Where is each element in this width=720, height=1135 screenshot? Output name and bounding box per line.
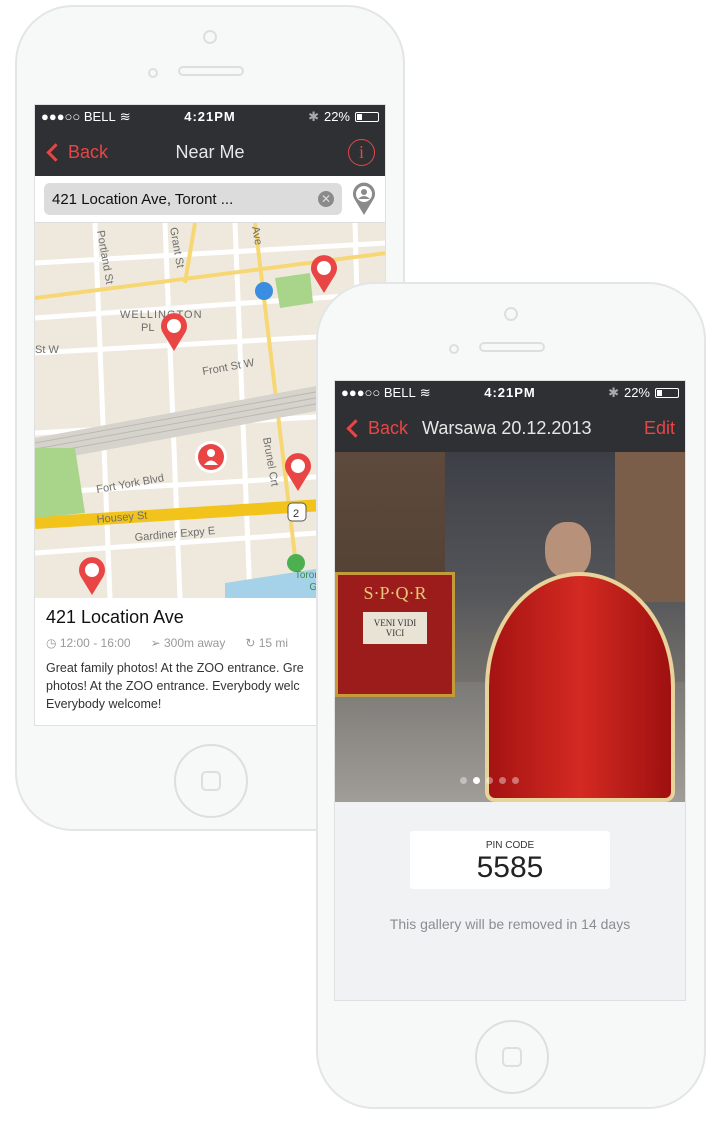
camera [504, 307, 518, 321]
pin-code-value: 5585 [476, 851, 544, 884]
home-button[interactable] [174, 744, 248, 818]
camera [203, 30, 217, 44]
carrier: ●●●○○ BELL [41, 109, 116, 124]
bluetooth-icon: ✱ [308, 108, 319, 124]
map-label: Grant St [167, 226, 186, 268]
chevron-left-icon [46, 142, 65, 162]
current-user-marker[interactable] [195, 441, 227, 473]
clear-icon[interactable]: ✕ [318, 191, 334, 207]
distance: ➢ 300m away [150, 636, 226, 650]
highway-shield-icon: 2 [287, 502, 307, 522]
nav-bar: Back Near Me i [35, 128, 385, 176]
bluetooth-icon: ✱ [608, 384, 619, 400]
back-button[interactable]: Back [335, 418, 408, 439]
back-label: Back [68, 141, 109, 162]
chevron-left-icon [346, 418, 365, 438]
battery-icon [355, 111, 379, 122]
map-label: Ave [249, 225, 264, 246]
photo-spot-pin[interactable] [285, 453, 311, 491]
page-indicator[interactable] [460, 777, 519, 784]
svg-text:2: 2 [293, 508, 299, 520]
gas-station-icon [255, 282, 273, 300]
speaker [479, 342, 545, 352]
home-button[interactable] [475, 1020, 549, 1094]
edit-button[interactable]: Edit [644, 418, 675, 439]
search-bar: 421 Location Ave, Toront ... ✕ [35, 176, 385, 223]
screen-gallery: ●●●○○ BELL ≋ 4:21PM ✱ 22% Back Warsawa 20… [334, 380, 686, 1001]
map-label: St W [35, 344, 59, 356]
map-label: WELLINGTON [120, 309, 203, 321]
pin-code-box: PIN CODE 5585 [410, 831, 610, 889]
sensor [449, 344, 459, 354]
pin-code-label: PIN CODE [485, 840, 535, 851]
wifi-icon: ≋ [419, 384, 431, 400]
photo-spot-pin[interactable] [79, 557, 105, 595]
sensor [148, 68, 158, 78]
hours: ◷ 12:00 - 16:00 [46, 636, 131, 650]
nav-bar: Back Warsawa 20.12.2013 Edit [335, 404, 685, 452]
spqr-banner: S·P·Q·R VENI VIDI VICI [335, 572, 455, 697]
location-value: 421 Location Ave, Toront ... [52, 190, 234, 208]
timer-icon: ↻ [245, 636, 256, 650]
costumed-figure [485, 522, 685, 802]
location-arrow-icon: ➢ [150, 636, 161, 650]
page-title: Warsawa 20.12.2013 [422, 417, 592, 438]
user-location-pin-icon[interactable] [352, 182, 376, 216]
carrier: ●●●○○ BELL [341, 385, 416, 400]
back-label: Back [368, 417, 409, 438]
clock-icon: ◷ [46, 636, 57, 650]
photo-spot-pin[interactable] [311, 255, 337, 293]
back-button[interactable]: Back [35, 142, 108, 163]
wifi-icon: ≋ [119, 108, 131, 124]
battery-percent: 22% [323, 109, 350, 124]
gallery-photo[interactable]: S·P·Q·R VENI VIDI VICI [335, 452, 685, 802]
status-bar: ●●●○○ BELL ≋ 4:21PM ✱ 22% [335, 381, 685, 404]
location-input[interactable]: 421 Location Ave, Toront ... ✕ [44, 183, 342, 215]
battery-percent: 22% [623, 385, 650, 400]
map-label: PL [141, 322, 154, 334]
removal-notice: This gallery will be removed in 14 days [389, 916, 631, 932]
battery-icon [655, 387, 679, 398]
map-label: Front St W [201, 357, 255, 378]
duration: ↻ 15 mi [245, 636, 289, 650]
speaker [178, 66, 244, 76]
map-label: Housey St [96, 510, 148, 526]
info-icon[interactable]: i [348, 138, 375, 166]
status-bar: ●●●○○ BELL ≋ 4:21PM ✱ 22% [35, 105, 385, 128]
